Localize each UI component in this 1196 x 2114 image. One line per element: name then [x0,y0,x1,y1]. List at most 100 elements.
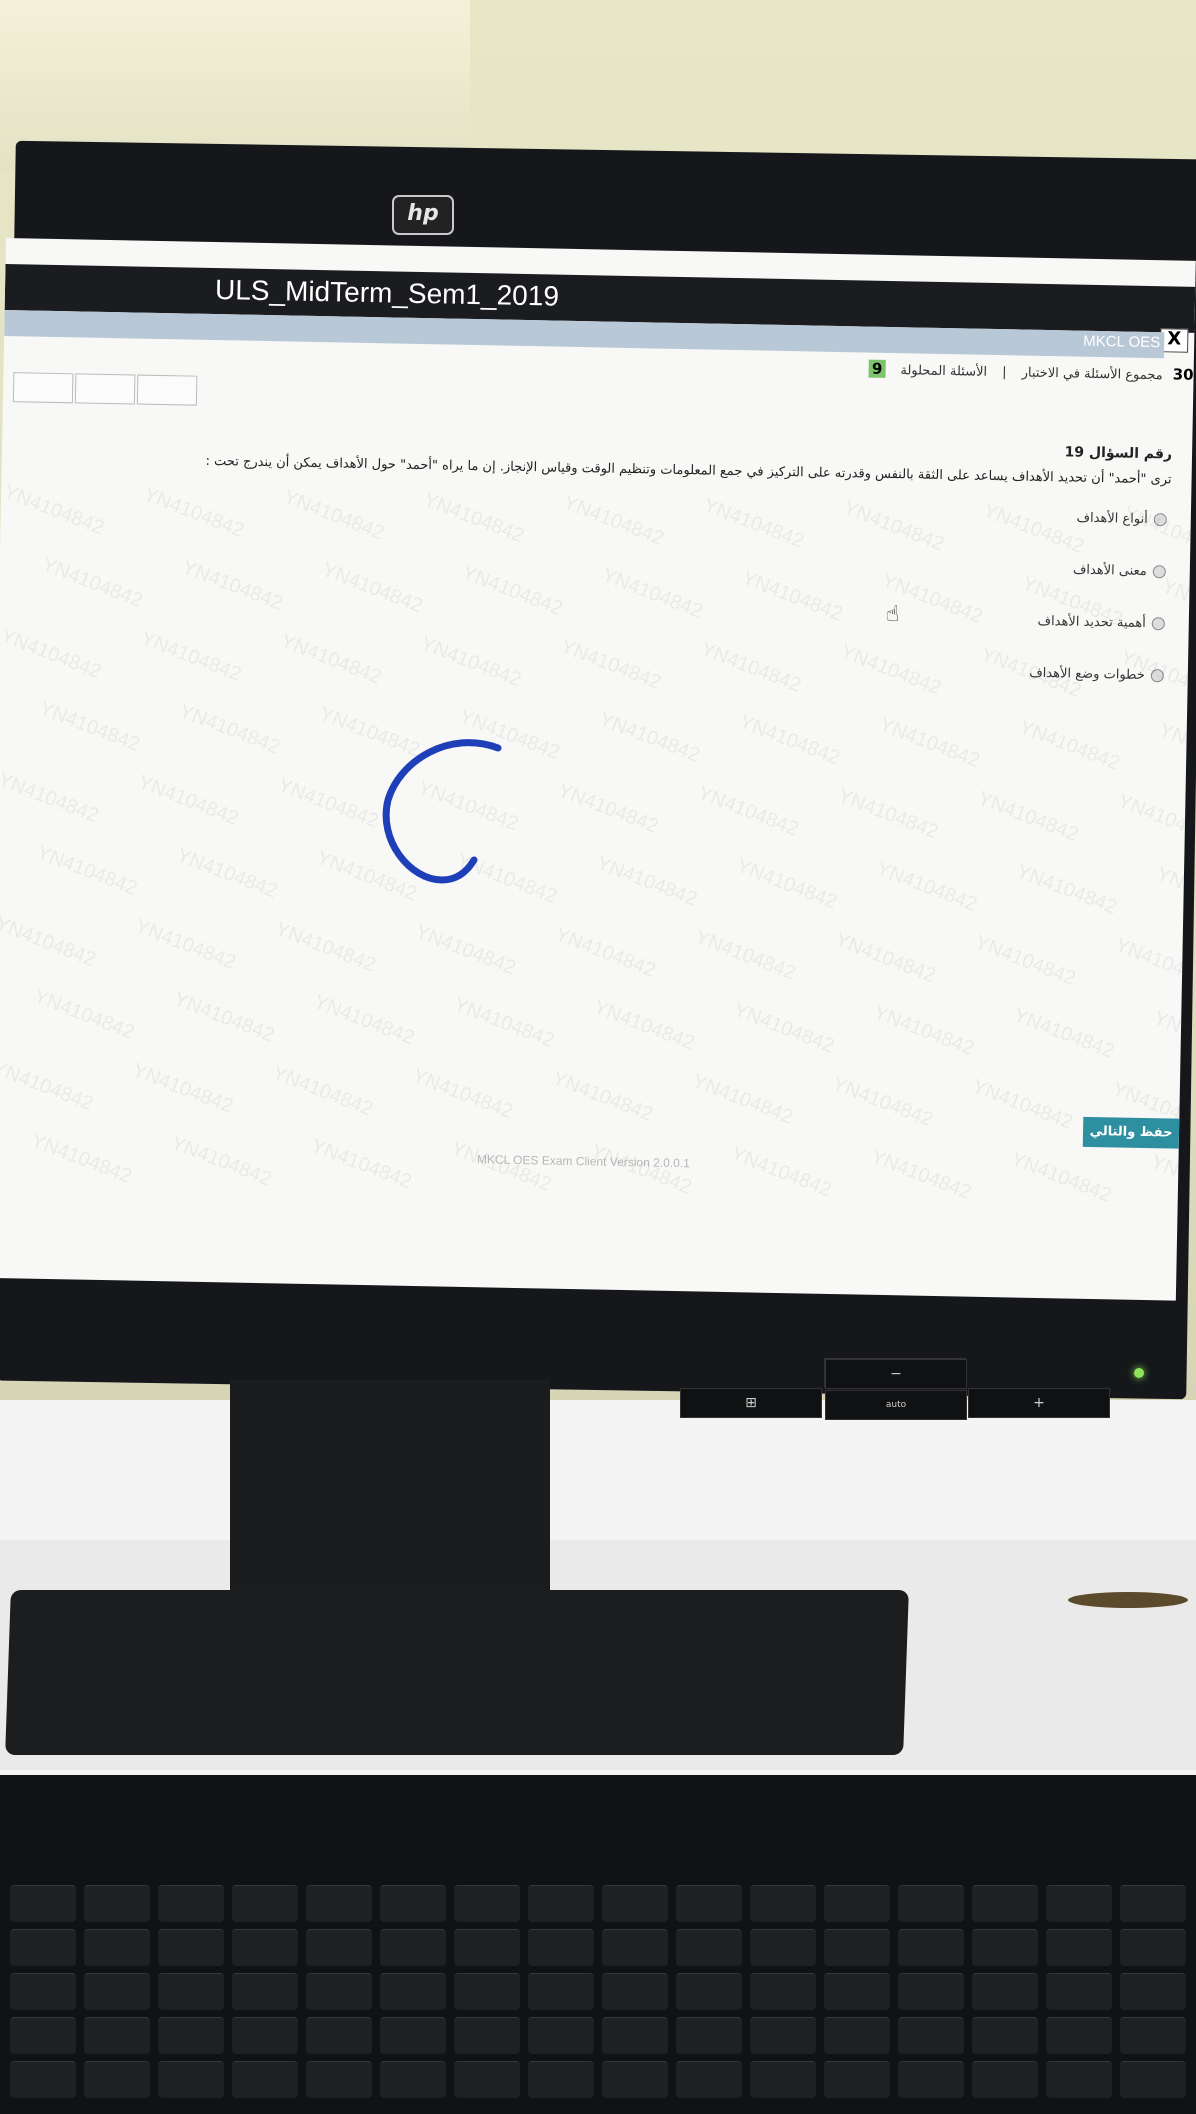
keyboard-key [232,2061,298,2098]
keyboard-key [454,1973,520,2010]
keyboard-key [10,1885,76,1922]
keyboard-key [158,1885,224,1922]
keyboard-key [824,1973,890,2010]
keyboard-key [380,1973,446,2010]
keyboard-key [232,1885,298,1922]
question-number: رقم السؤال 19 [1064,444,1172,462]
brand-logo: MKCL OES [1083,332,1161,352]
option-label: أنواع الأهداف [1076,510,1148,527]
keyboard-key [750,1929,816,1966]
option-1[interactable]: أنواع الأهداف [1076,511,1167,528]
keyboard-key [528,2061,594,2098]
option-3[interactable]: أهمية تحديد الأهداف [1037,614,1165,631]
keyboard-key [750,2061,816,2098]
section-tab[interactable] [74,373,136,405]
keyboard-key [972,1885,1038,1922]
monitor-base [5,1590,909,1755]
section-tab[interactable] [136,374,198,406]
option-label: معنى الأهداف [1072,562,1147,579]
keyboard-key [158,1929,224,1966]
radio-button[interactable] [1152,565,1166,579]
option-4[interactable]: خطوات وضع الأهداف [1029,666,1164,684]
keyboard-key [1046,2061,1112,2098]
keyboard-key [306,1973,372,2010]
keyboard-key [528,1929,594,1966]
keyboard-key [84,1973,150,2010]
plus-button[interactable]: + [968,1388,1110,1418]
keyboard-key [824,1929,890,1966]
keyboard-key [824,2061,890,2098]
question-number-value: 19 [1064,444,1085,461]
keyboard-key [898,1885,964,1922]
keyboard-key [1046,1885,1112,1922]
hp-logo: hp [392,195,454,235]
radio-button[interactable] [1150,669,1164,683]
keyboard-key [380,1885,446,1922]
keyboard-key [454,1929,520,1966]
hand-cursor-icon: ☝ [886,602,900,627]
radio-button[interactable] [1153,513,1167,527]
keyboard-key [454,2017,520,2054]
keyboard-key [380,2061,446,2098]
keyboard-key [528,2017,594,2054]
keyboard-key [1120,1929,1186,1966]
keyboard-key [1120,2061,1186,2098]
keyboard-key [1046,2017,1112,2054]
radio-button[interactable] [1151,617,1165,631]
keyboard-key [232,1973,298,2010]
total-questions-count: 30 [1172,365,1194,384]
keyboard-key [898,1973,964,2010]
keyboard-key [454,2061,520,2098]
keyboard-key [1046,1929,1112,1966]
keyboard-key [602,1929,668,1966]
desk-cable-hole [1068,1592,1188,1608]
keyboard-key [750,1885,816,1922]
keyboard-key [158,1973,224,2010]
section-tabs [12,372,200,410]
keyboard-key [676,2061,742,2098]
keyboard-key [1120,2017,1186,2054]
keyboard-key [602,1885,668,1922]
monitor-buttons: ⊞− auto + [680,1358,1112,1420]
keyboard-key [898,1929,964,1966]
keyboard-key [158,2061,224,2098]
total-questions-label: مجموع الأسئلة في الاختبار [1021,365,1163,384]
keyboard-key [750,1973,816,2010]
keyboard-key [306,1929,372,1966]
answered-questions-label: الأسئلة المحلولة [900,363,988,380]
minus-button[interactable]: − auto [824,1358,967,1420]
keyboard-key [528,1885,594,1922]
keyboard-key [10,1929,76,1966]
answered-questions-count: 9 [868,359,886,378]
keyboard-key [676,1929,742,1966]
save-next-button[interactable]: حفظ والتالي [1082,1116,1180,1149]
keyboard-key [454,1885,520,1922]
monitor-stand [230,1380,550,1620]
keyboard-key [602,1973,668,2010]
keyboard-key [972,1973,1038,2010]
keyboard-key [676,1973,742,2010]
keyboard-key [306,1885,372,1922]
keyboard-key [972,2061,1038,2098]
keyboard-key [676,1885,742,1922]
pen-annotation [382,739,502,884]
option-2[interactable]: معنى الأهداف [1073,563,1166,580]
keyboard-key [232,2017,298,2054]
section-tab[interactable] [12,372,74,404]
keyboard-key [84,1885,150,1922]
keyboard-key [380,1929,446,1966]
keyboard-key [1120,1885,1186,1922]
keyboard-key [1120,1973,1186,2010]
input-button[interactable]: ⊞ [680,1388,822,1418]
keyboard-key [84,1929,150,1966]
keyboard-key [972,2017,1038,2054]
keyboard-key [824,1885,890,1922]
keyboard-key [1046,1973,1112,2010]
auto-label: auto [825,1390,967,1420]
minus-icon: − [825,1359,967,1389]
option-label: خطوات وضع الأهداف [1029,665,1145,683]
keyboard-key [898,2017,964,2054]
question-text: ترى "أحمد" أن تحديد الأهداف يساعد على ال… [205,453,1172,488]
keyboard-key [306,2017,372,2054]
keyboard-key [750,2017,816,2054]
